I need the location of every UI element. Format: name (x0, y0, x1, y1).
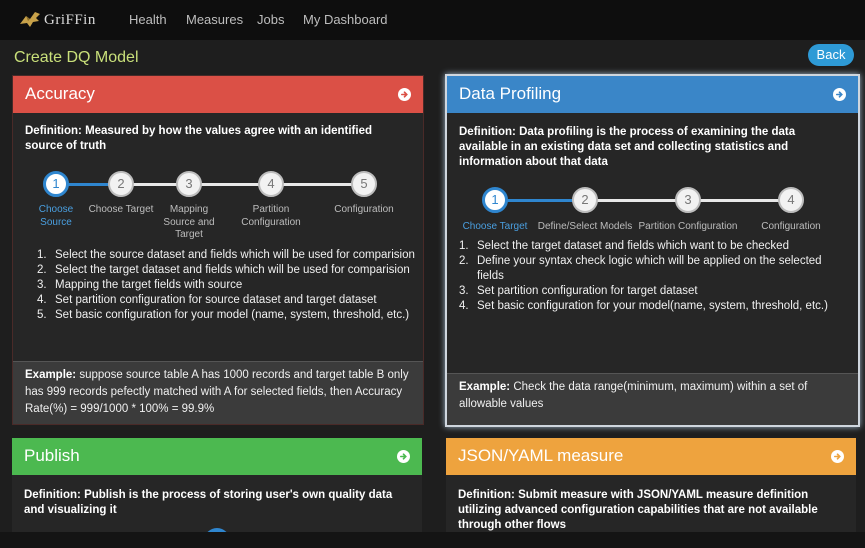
step-label: Mapping Source and Target (163, 204, 215, 240)
accuracy-example: Example: suppose source table A has 1000… (13, 361, 423, 424)
list-item: 2. Define your syntax check logic which w… (459, 255, 822, 282)
json-yaml-card-header[interactable]: JSON/YAML measure (446, 438, 856, 475)
publish-title: Publish (24, 446, 80, 465)
bottom-bar (0, 532, 865, 548)
arrow-right-circle-icon[interactable] (833, 88, 846, 101)
page-title: Create DQ Model (14, 49, 139, 66)
step-label: Configuration (761, 221, 821, 232)
griffin-logo-icon (20, 12, 40, 27)
data-profiling-definition: Definition: Data profiling is the proces… (459, 126, 796, 168)
list-item: 4. Set basic configuration for your model… (459, 300, 828, 312)
data-profiling-example: Example: Check the data range(minimum, m… (447, 373, 858, 425)
nav-my-dashboard[interactable]: My Dashboard (303, 12, 388, 27)
app-logo[interactable]: GriFFin (18, 8, 96, 32)
top-navbar: GriFFin Health Measures Jobs My Dashboar… (0, 0, 865, 40)
step-label: Partition Configuration (241, 204, 301, 228)
app-name: GriFFin (44, 11, 96, 28)
back-button[interactable]: Back (808, 44, 854, 66)
step-label: Choose Target (88, 204, 154, 215)
list-item: 3. Mapping the target fields with source (37, 279, 243, 291)
step-2[interactable]: 2 (108, 171, 134, 197)
list-item: 1. Select the target dataset and fields w… (459, 240, 789, 252)
step-label: Define/Select Models (537, 221, 633, 232)
step-4[interactable]: 4 (258, 171, 284, 197)
accuracy-definition: Definition: Measured by how the values a… (25, 125, 372, 152)
publish-definition: Definition: Publish is the process of st… (24, 489, 393, 516)
data-profiling-instructions: 1. Select the target dataset and fields w… (459, 239, 849, 314)
arrow-right-circle-icon[interactable] (398, 88, 411, 101)
accuracy-instructions: 1. Select the source dataset and fields w… (37, 248, 417, 323)
accuracy-title: Accuracy (25, 84, 95, 103)
nav-measures[interactable]: Measures (186, 12, 243, 27)
list-item: 3. Set partition configuration for target… (459, 285, 698, 297)
step-1[interactable]: 1 (482, 187, 508, 213)
data-profiling-card: Data Profiling Definition: Data profilin… (445, 74, 860, 427)
step-label: Configuration (334, 204, 394, 215)
publish-card: Publish Definition: Publish is the proce… (12, 438, 422, 532)
json-yaml-definition: Definition: Submit measure with JSON/YAM… (458, 489, 818, 531)
step-5[interactable]: 5 (351, 171, 377, 197)
data-profiling-title: Data Profiling (459, 84, 562, 103)
json-yaml-card: JSON/YAML measure Definition: Submit mea… (446, 438, 856, 532)
list-item: 5. Set basic configuration for your model… (37, 309, 410, 321)
arrow-right-circle-icon[interactable] (397, 450, 410, 463)
nav-jobs[interactable]: Jobs (257, 12, 284, 27)
step-3[interactable]: 3 (176, 171, 202, 197)
step-2[interactable]: 2 (572, 187, 598, 213)
step-4[interactable]: 4 (778, 187, 804, 213)
step-3[interactable]: 3 (675, 187, 701, 213)
accuracy-card-header[interactable]: Accuracy (13, 76, 423, 113)
list-item: 4. Set partition configuration for source… (37, 294, 377, 306)
arrow-right-circle-icon[interactable] (831, 450, 844, 463)
data-profiling-card-header[interactable]: Data Profiling (447, 76, 858, 113)
step-label: Choose Source (38, 204, 74, 228)
step-1[interactable]: 1 (43, 171, 69, 197)
step-label: Choose Target (462, 221, 528, 232)
json-yaml-title: JSON/YAML measure (458, 446, 624, 465)
nav-health[interactable]: Health (129, 12, 167, 27)
list-item: 1. Select the source dataset and fields w… (37, 249, 415, 261)
step-label: Partition Configuration (638, 221, 738, 232)
publish-card-header[interactable]: Publish (12, 438, 422, 475)
list-item: 2. Select the target dataset and fields w… (37, 264, 410, 276)
accuracy-card: Accuracy Definition: Measured by how the… (12, 75, 424, 425)
